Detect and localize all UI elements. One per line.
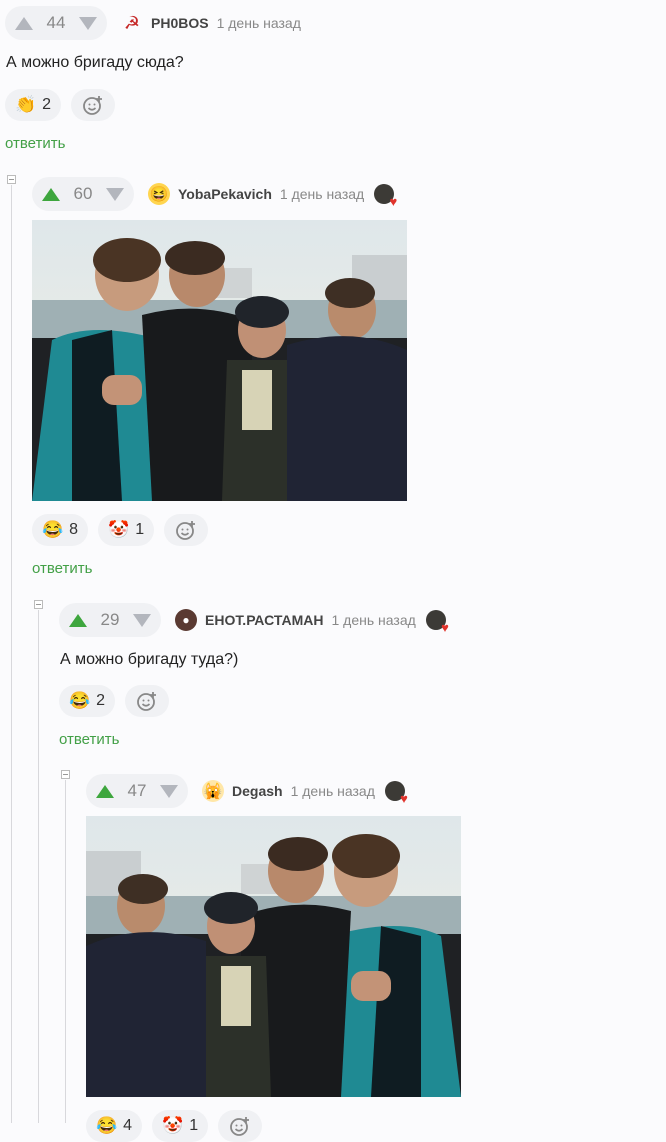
heart-badge-icon bbox=[374, 184, 397, 209]
reaction-laugh[interactable]: 😂 8 bbox=[32, 514, 89, 546]
timestamp[interactable]: 1 день назад bbox=[332, 612, 416, 628]
timestamp[interactable]: 1 день назад bbox=[291, 783, 375, 799]
reaction-count: 1 bbox=[135, 521, 145, 538]
timestamp[interactable]: 1 день назад bbox=[217, 15, 301, 31]
comment-image[interactable] bbox=[86, 816, 461, 1097]
group-photo bbox=[32, 220, 407, 501]
reaction-count: 2 bbox=[96, 692, 106, 709]
group-photo-mirrored bbox=[86, 816, 461, 1097]
rating-block: 29 bbox=[59, 603, 161, 637]
thread-line bbox=[65, 780, 66, 1123]
rating-value: 44 bbox=[46, 13, 66, 32]
reaction-clown[interactable]: 🤡 1 bbox=[98, 514, 155, 546]
rating-value: 60 bbox=[73, 184, 93, 203]
laughing-emoji-icon: 😂 bbox=[69, 691, 91, 710]
vote-up-icon[interactable] bbox=[69, 613, 87, 627]
comment-image[interactable] bbox=[32, 220, 407, 501]
thread-line bbox=[38, 610, 39, 1123]
rating-value: 47 bbox=[127, 781, 147, 800]
author-nick[interactable]: PH0BOS bbox=[151, 15, 209, 31]
clown-emoji-icon: 🤡 bbox=[162, 1116, 184, 1135]
add-emoji-icon bbox=[230, 1117, 250, 1136]
reaction-count: 2 bbox=[42, 96, 52, 113]
add-reaction-button[interactable] bbox=[218, 1110, 263, 1142]
laughing-emoji-icon: 😂 bbox=[42, 520, 64, 539]
add-emoji-icon bbox=[137, 692, 157, 711]
rating-block: 44 bbox=[5, 6, 107, 40]
comment-header: 44 ☭ PH0BOS 1 день назад bbox=[5, 6, 301, 40]
thread-line bbox=[11, 185, 12, 1123]
comment-text: А можно бригаду туда?) bbox=[60, 651, 239, 668]
hammer-sickle-icon[interactable]: ☭ bbox=[121, 12, 143, 34]
comment-header: 29 ● ЕНОТ.РАСТАМАН 1 день назад bbox=[59, 603, 449, 637]
reply-link[interactable]: ответить bbox=[32, 560, 92, 577]
smile-avatar-icon[interactable]: 😆 bbox=[148, 183, 170, 205]
laughing-emoji-icon: 😂 bbox=[96, 1116, 118, 1135]
reaction-laugh[interactable]: 😂 4 bbox=[86, 1110, 143, 1142]
clap-emoji-icon: 👏 bbox=[15, 95, 37, 114]
reply-link[interactable]: ответить bbox=[5, 135, 65, 152]
reactions: 👏 2 bbox=[5, 89, 116, 121]
comment-text: А можно бригаду сюда? bbox=[6, 54, 184, 71]
collapse-toggle[interactable] bbox=[7, 175, 16, 184]
reaction-laugh[interactable]: 😂 2 bbox=[59, 685, 116, 717]
add-emoji-icon bbox=[83, 96, 103, 115]
vote-up-icon[interactable] bbox=[15, 16, 33, 30]
reaction-clap[interactable]: 👏 2 bbox=[5, 89, 62, 121]
reactions: 😂 8 🤡 1 bbox=[32, 514, 209, 546]
rating-block: 60 bbox=[32, 177, 134, 211]
vote-down-icon[interactable] bbox=[78, 16, 97, 30]
vote-up-icon[interactable] bbox=[42, 187, 60, 201]
vote-down-icon[interactable] bbox=[159, 784, 178, 798]
heart-badge-icon bbox=[384, 781, 408, 806]
add-reaction-button[interactable] bbox=[71, 89, 116, 121]
raccoon-avatar-icon[interactable]: ● bbox=[175, 609, 197, 631]
add-emoji-icon bbox=[176, 521, 196, 540]
clown-emoji-icon: 🤡 bbox=[108, 520, 130, 539]
comment-header: 47 🙀 Degash 1 день назад bbox=[86, 774, 408, 808]
vote-down-icon[interactable] bbox=[105, 187, 124, 201]
reactions: 😂 2 bbox=[59, 685, 170, 717]
reaction-count: 4 bbox=[123, 1117, 133, 1134]
author-nick[interactable]: YobaPekavich bbox=[178, 186, 272, 202]
reaction-count: 8 bbox=[69, 521, 79, 538]
cat-avatar-icon[interactable]: 🙀 bbox=[202, 780, 224, 802]
reaction-clown[interactable]: 🤡 1 bbox=[152, 1110, 209, 1142]
reactions: 😂 4 🤡 1 bbox=[86, 1110, 263, 1142]
rating-block: 47 bbox=[86, 774, 188, 808]
reply-link[interactable]: ответить bbox=[59, 731, 119, 748]
reaction-count: 1 bbox=[189, 1117, 199, 1134]
vote-up-icon[interactable] bbox=[96, 784, 114, 798]
author-nick[interactable]: Degash bbox=[232, 783, 283, 799]
collapse-toggle[interactable] bbox=[34, 600, 43, 609]
author-nick[interactable]: ЕНОТ.РАСТАМАН bbox=[205, 612, 324, 628]
rating-value: 29 bbox=[100, 610, 120, 629]
collapse-toggle[interactable] bbox=[61, 770, 70, 779]
timestamp[interactable]: 1 день назад bbox=[280, 186, 364, 202]
add-reaction-button[interactable] bbox=[164, 514, 209, 546]
comment-header: 60 😆 YobaPekavich 1 день назад bbox=[32, 177, 397, 211]
vote-down-icon[interactable] bbox=[132, 613, 151, 627]
add-reaction-button[interactable] bbox=[125, 685, 170, 717]
heart-badge-icon bbox=[425, 610, 449, 635]
